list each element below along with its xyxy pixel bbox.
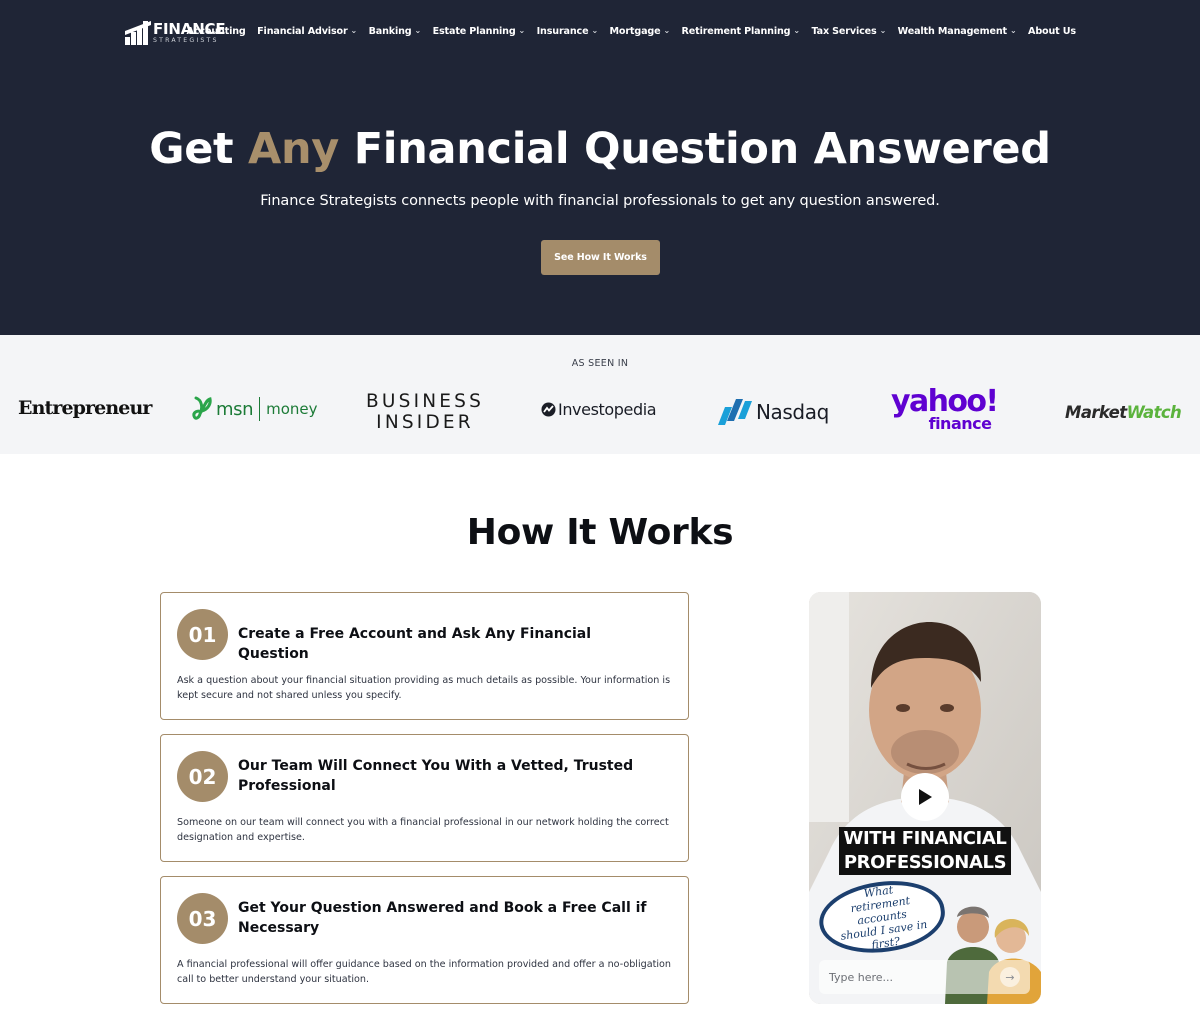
chevron-down-icon: ⌄ bbox=[414, 26, 422, 35]
chat-input-placeholder: Type here... bbox=[829, 970, 894, 984]
step-number-badge: 03 bbox=[177, 893, 228, 944]
nav-label: Insurance bbox=[536, 26, 589, 37]
nasdaq-wordmark: Nasdaq bbox=[756, 400, 829, 424]
step-description: Ask a question about your financial situ… bbox=[177, 675, 671, 701]
nav-banking[interactable]: Banking ⌄ bbox=[369, 26, 422, 37]
main-nav: Accounting Financial Advisor ⌄ Banking ⌄ E… bbox=[187, 26, 1077, 37]
logo-subtext: STRATEGISTS bbox=[153, 36, 219, 44]
caption-line-1: WITH FINANCIAL bbox=[838, 827, 1012, 851]
investopedia-mark-icon bbox=[541, 402, 556, 417]
business-wordmark: BUSINESS bbox=[366, 391, 485, 412]
play-button[interactable] bbox=[901, 773, 949, 821]
hero-section: FINANCE STRATEGISTS Accounting Financial… bbox=[0, 0, 1200, 335]
nav-label: Estate Planning bbox=[432, 26, 516, 37]
investopedia-wordmark: Investopedia bbox=[558, 400, 657, 419]
step-number-badge: 02 bbox=[177, 751, 228, 802]
logo-bars-icon bbox=[125, 21, 151, 45]
nav-label: Banking bbox=[368, 26, 412, 37]
finance-wordmark: finance bbox=[928, 414, 992, 433]
video-card[interactable]: WITH FINANCIAL PROFESSIONALS What retire… bbox=[809, 592, 1041, 1004]
hero-title-accent: Any bbox=[248, 124, 340, 174]
nav-label: Tax Services bbox=[811, 26, 877, 37]
speech-bubble-text: What retirement accounts should I save i… bbox=[839, 882, 928, 952]
step-heading: Create a Free Account and Ask Any Financ… bbox=[238, 626, 592, 662]
chevron-down-icon: ⌄ bbox=[1009, 26, 1017, 35]
hero-title-end: Financial Question Answered bbox=[339, 124, 1051, 174]
step-card-2: 02 Our Team Will Connect You With a Vett… bbox=[160, 734, 689, 862]
nav-estate-planning[interactable]: Estate Planning ⌄ bbox=[433, 26, 526, 37]
market-wordmark: Market bbox=[1065, 403, 1127, 422]
nav-mortgage[interactable]: Mortgage ⌄ bbox=[610, 26, 671, 37]
chat-input[interactable]: Type here... → bbox=[819, 960, 1030, 994]
as-seen-in-section: AS SEEN IN Entrepreneur msn money BUSINE… bbox=[0, 335, 1200, 454]
nav-label: Retirement Planning bbox=[681, 26, 791, 37]
nav-label: Financial Advisor bbox=[257, 26, 348, 37]
insider-wordmark: INSIDER bbox=[376, 412, 474, 433]
how-it-works-title: How It Works bbox=[466, 512, 734, 553]
hero-title-start: Get bbox=[149, 124, 248, 174]
yahoo-wordmark: yahoo! bbox=[891, 384, 999, 419]
step-description: Someone on our team will connect you wit… bbox=[177, 817, 669, 843]
nav-accounting[interactable]: Accounting bbox=[187, 26, 246, 37]
chevron-down-icon: ⌄ bbox=[350, 26, 358, 35]
nav-retirement-planning[interactable]: Retirement Planning ⌄ bbox=[681, 26, 801, 37]
nav-label: Accounting bbox=[186, 26, 246, 37]
entrepreneur-wordmark: Entrepreneur bbox=[18, 397, 152, 419]
msn-money-logo: msn money bbox=[192, 396, 318, 422]
video-caption: WITH FINANCIAL PROFESSIONALS bbox=[809, 827, 1041, 875]
nasdaq-logo: Nasdaq bbox=[716, 395, 829, 429]
play-icon bbox=[919, 789, 932, 805]
investopedia-logo: Investopedia bbox=[541, 400, 657, 419]
nav-insurance[interactable]: Insurance ⌄ bbox=[536, 26, 599, 37]
chevron-down-icon: ⌄ bbox=[663, 26, 671, 35]
see-how-it-works-button[interactable]: See How It Works bbox=[541, 240, 660, 275]
nav-label: Wealth Management bbox=[897, 26, 1007, 37]
step-heading: Get Your Question Answered and Book a Fr… bbox=[238, 900, 647, 936]
msn-divider bbox=[259, 397, 261, 421]
step-card-1: 01 Create a Free Account and Ask Any Fin… bbox=[160, 592, 689, 720]
business-insider-logo: BUSINESS INSIDER bbox=[366, 391, 484, 433]
yahoo-finance-logo: yahoo! finance bbox=[891, 384, 999, 433]
nav-financial-advisor[interactable]: Financial Advisor ⌄ bbox=[257, 26, 357, 37]
msn-butterfly-icon bbox=[192, 396, 212, 420]
chevron-down-icon: ⌄ bbox=[879, 26, 887, 35]
entrepreneur-logo: Entrepreneur bbox=[18, 397, 152, 419]
step-number-badge: 01 bbox=[177, 609, 228, 660]
chevron-down-icon: ⌄ bbox=[591, 26, 598, 35]
nav-wealth-management[interactable]: Wealth Management ⌄ bbox=[898, 26, 1017, 37]
nasdaq-mark-icon bbox=[718, 399, 752, 425]
chevron-down-icon: ⌄ bbox=[518, 26, 526, 35]
step-card-3: 03 Get Your Question Answered and Book a… bbox=[160, 876, 689, 1004]
send-arrow-icon[interactable]: → bbox=[1000, 967, 1020, 987]
nav-label: About Us bbox=[1028, 26, 1076, 37]
chevron-down-icon: ⌄ bbox=[793, 26, 800, 35]
money-wordmark: money bbox=[266, 400, 318, 418]
nav-tax-services[interactable]: Tax Services ⌄ bbox=[811, 26, 886, 37]
marketwatch-logo: Market Watch bbox=[1065, 403, 1182, 422]
caption-line-2: PROFESSIONALS bbox=[838, 851, 1012, 875]
hero-subtitle: Finance Strategists connects people with… bbox=[260, 193, 940, 209]
nav-label: Mortgage bbox=[609, 26, 661, 37]
msn-wordmark: msn bbox=[216, 398, 254, 420]
watch-wordmark: Watch bbox=[1126, 403, 1182, 422]
nav-about-us[interactable]: About Us bbox=[1028, 26, 1076, 37]
as-seen-in-label: AS SEEN IN bbox=[571, 358, 629, 369]
hero-title: Get Any Financial Question Answered bbox=[0, 124, 1200, 174]
step-heading: Our Team Will Connect You With a Vetted,… bbox=[238, 758, 634, 794]
step-description: A financial professional will offer guid… bbox=[177, 959, 671, 985]
